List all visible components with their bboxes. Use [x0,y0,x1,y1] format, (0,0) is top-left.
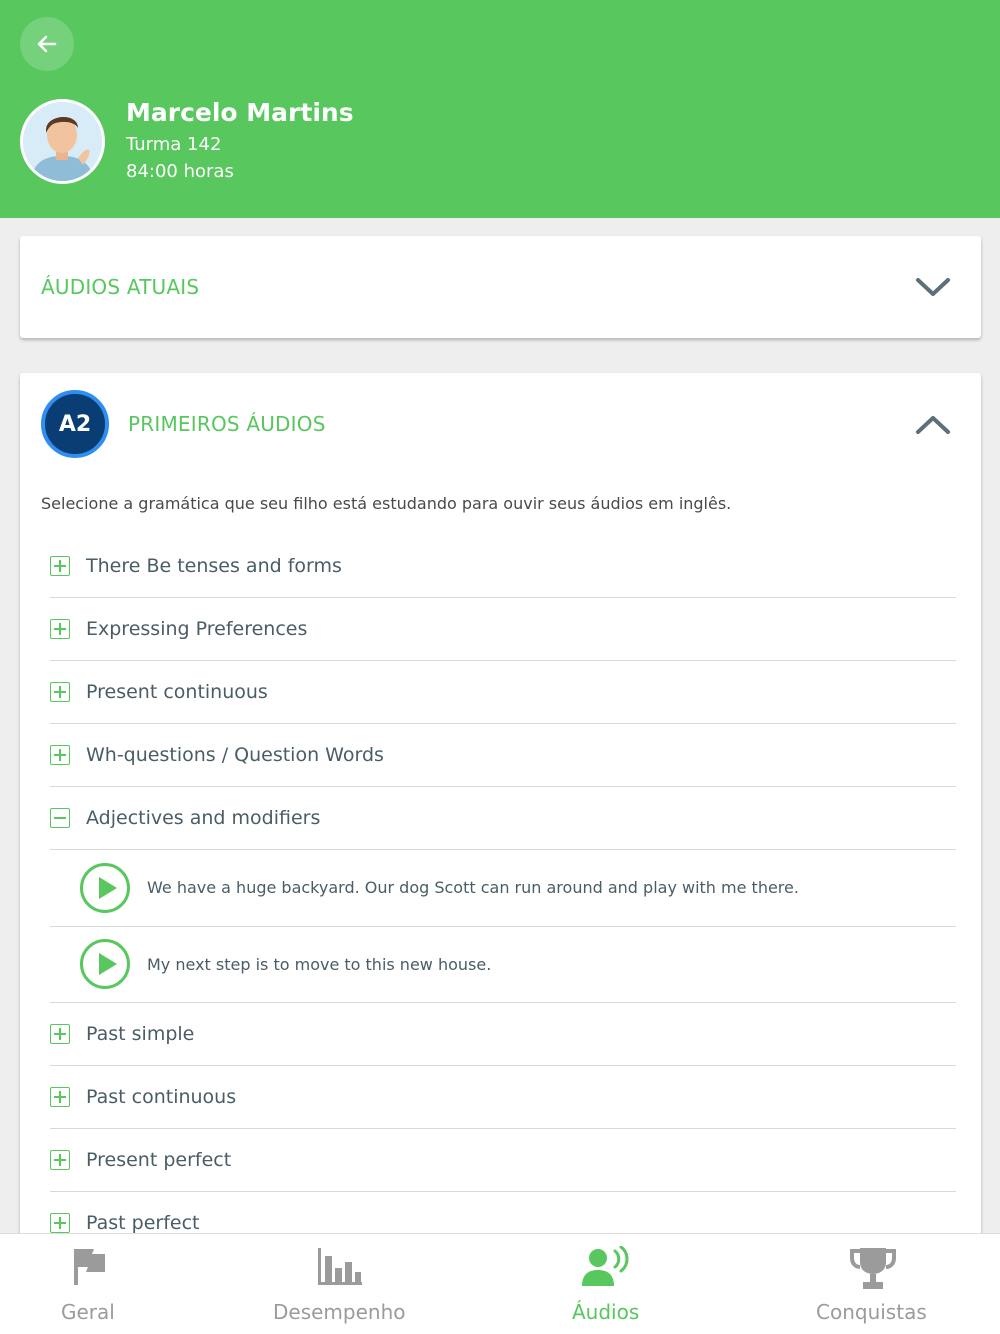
topic-label: Past continuous [86,1086,237,1108]
expand-plus-icon [50,556,70,576]
expand-plus-icon [50,1213,70,1233]
audio-sentence: We have a huge backyard. Our dog Scott c… [147,878,799,898]
audio-sentence: My next step is to move to this new hous… [147,954,492,974]
play-icon [98,953,117,976]
tab-label: Desempenho [273,1300,406,1324]
topic-label: Past simple [86,1023,195,1045]
play-button[interactable] [80,862,130,913]
audio-row: We have a huge backyard. Our dog Scott c… [50,850,956,927]
level-badge: A2 [41,390,109,458]
first-audios-card: A2 PRIMEIROS ÁUDIOS Selecione a gramátic… [20,373,981,1273]
topic-row[interactable]: Present continuous [50,661,956,724]
topic-row[interactable]: Wh-questions / Question Words [50,724,956,787]
bar-chart-icon [318,1248,362,1285]
topic-row[interactable]: There Be tenses and forms [50,535,956,598]
intro-text: Selecione a gramática que seu filho está… [41,494,732,513]
bottom-tab-bar: Geral Desempenho Áudios Conquistas [0,1233,1000,1334]
trophy-icon [850,1248,896,1289]
current-audios-title: ÁUDIOS ATUAIS [41,275,200,299]
play-icon [98,876,117,899]
topic-row[interactable]: Present perfect [50,1129,956,1192]
grammar-topic-list: There Be tenses and forms Expressing Pre… [50,535,956,1255]
expand-plus-icon [50,1024,70,1044]
topic-row-expanded[interactable]: Adjectives and modifiers [50,787,956,850]
student-hours: 84:00 horas [126,161,234,182]
topic-row[interactable]: Expressing Preferences [50,598,956,661]
play-button[interactable] [80,939,130,990]
chevron-down-icon[interactable] [915,275,951,299]
avatar [20,99,105,184]
profile-header: Marcelo Martins Turma 142 84:00 horas [0,0,1000,218]
tab-label: Áudios [572,1300,640,1324]
flag-icon [74,1249,105,1285]
topic-label: Past perfect [86,1212,200,1234]
chevron-up-icon[interactable] [915,413,951,437]
expand-plus-icon [50,619,70,639]
topic-label: Expressing Preferences [86,618,308,640]
topic-row[interactable]: Past continuous [50,1066,956,1129]
tab-label: Geral [61,1300,115,1324]
tab-conquistas[interactable]: Conquistas [810,1234,940,1334]
arrow-left-icon [37,35,57,53]
tab-desempenho[interactable]: Desempenho [263,1234,423,1334]
student-photo-icon [23,102,102,181]
topic-label: There Be tenses and forms [86,555,342,577]
audio-row: My next step is to move to this new hous… [50,927,956,1003]
student-name: Marcelo Martins [126,98,354,127]
expand-plus-icon [50,682,70,702]
tab-audios[interactable]: Áudios [556,1234,656,1334]
student-class: Turma 142 [126,134,222,155]
topic-label: Adjectives and modifiers [86,807,321,829]
topic-label: Present continuous [86,681,268,703]
expand-plus-icon [50,1150,70,1170]
current-audios-card[interactable]: ÁUDIOS ATUAIS [20,236,981,338]
expand-plus-icon [50,745,70,765]
tab-geral[interactable]: Geral [38,1234,138,1334]
topic-label: Wh-questions / Question Words [86,744,384,766]
topic-row[interactable]: Past simple [50,1003,956,1066]
speaking-person-icon [582,1246,629,1286]
expand-plus-icon [50,1087,70,1107]
tab-label: Conquistas [816,1300,927,1324]
first-audios-title: PRIMEIROS ÁUDIOS [128,412,326,436]
topic-label: Present perfect [86,1149,232,1171]
back-button[interactable] [20,17,74,71]
collapse-minus-icon [50,808,70,828]
